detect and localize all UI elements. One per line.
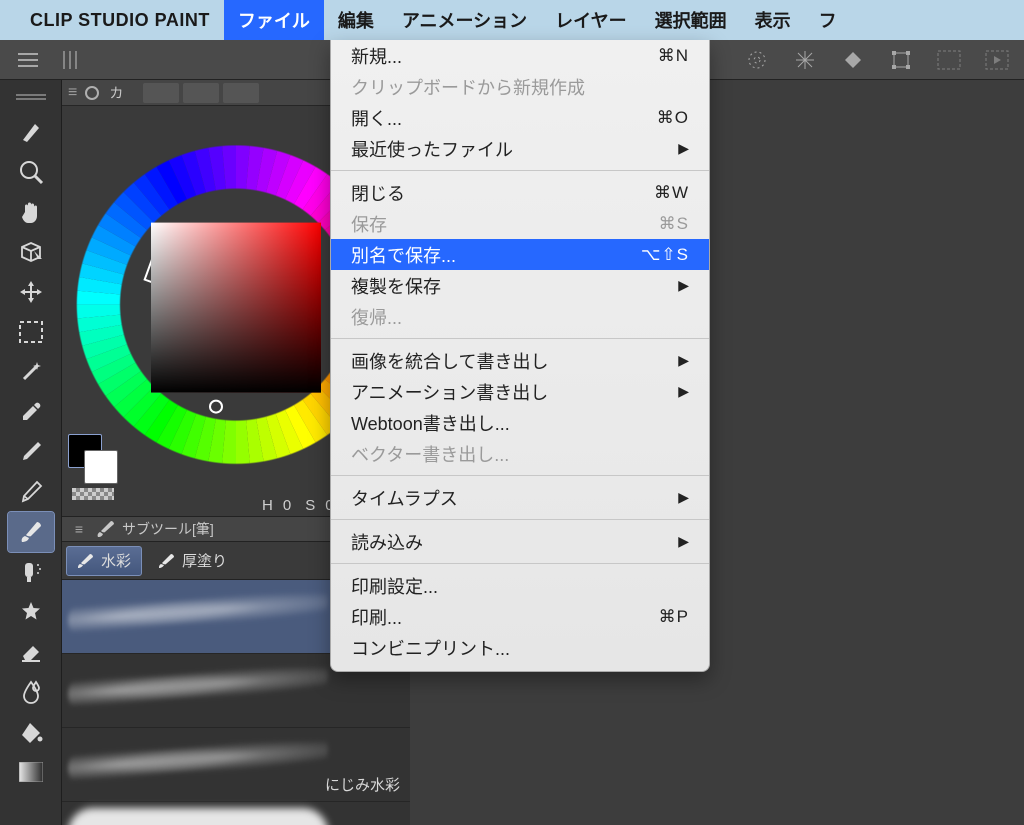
file-menu-item-8[interactable]: 複製を保存▶	[331, 270, 709, 301]
file-menu-item-3[interactable]: 最近使ったファイル▶	[331, 133, 709, 164]
file-menu-item-14: ベクター書き出し...	[331, 438, 709, 469]
file-menu-item-16[interactable]: タイムラプス▶	[331, 482, 709, 513]
menu-3[interactable]: レイヤー	[541, 0, 640, 40]
layer-move-tool-icon[interactable]	[8, 272, 54, 312]
file-menu-item-20[interactable]: 印刷設定...	[331, 570, 709, 601]
tool-palette	[0, 80, 62, 825]
background-color-swatch[interactable]	[84, 450, 118, 484]
fill-tool-icon[interactable]	[8, 712, 54, 752]
menu-1[interactable]: 編集	[324, 0, 388, 40]
file-menu-item-13[interactable]: Webtoon書き出し...	[331, 407, 709, 438]
subtool-tab-1[interactable]: 厚塗り	[148, 546, 237, 576]
file-menu-item-11[interactable]: 画像を統合して書き出し▶	[331, 345, 709, 376]
color-wheel-tab-icon[interactable]	[85, 86, 99, 100]
file-menu-item-1: クリップボードから新規作成	[331, 71, 709, 102]
palette-handle-icon[interactable]	[8, 82, 54, 112]
file-menu-item-18[interactable]: 読み込み▶	[331, 526, 709, 557]
sat-label: S	[305, 497, 319, 514]
hue-value: 0	[283, 497, 295, 514]
airbrush-tool-icon[interactable]	[8, 552, 54, 592]
menu-0[interactable]: ファイル	[224, 0, 324, 40]
color-swatches	[68, 434, 138, 504]
eyedropper-tool-icon[interactable]	[8, 392, 54, 432]
hand-tool-icon[interactable]	[8, 192, 54, 232]
eraser-tool-icon[interactable]	[8, 632, 54, 672]
file-menu-item-6: 保存⌘S	[331, 208, 709, 239]
toolbar-direction-icon[interactable]	[784, 46, 826, 74]
menu-6[interactable]: フ	[805, 0, 851, 40]
brush-preset-3[interactable]: ウェット水彩	[62, 802, 410, 825]
file-menu-item-12[interactable]: アニメーション書き出し▶	[331, 376, 709, 407]
sv-square[interactable]	[151, 223, 321, 393]
panel-tab-1[interactable]	[143, 83, 179, 103]
file-menu-item-9: 復帰...	[331, 301, 709, 332]
menu-2[interactable]: アニメーション	[388, 0, 541, 40]
panel-tab-2[interactable]	[183, 83, 219, 103]
mac-menubar: CLIP STUDIO PAINT ファイル編集アニメーションレイヤー選択範囲表…	[0, 0, 1024, 40]
brush-preset-2[interactable]: にじみ水彩	[62, 728, 410, 802]
toolbar-grip-icon[interactable]	[52, 46, 88, 74]
file-menu-item-7[interactable]: 別名で保存...⌥⇧S	[331, 239, 709, 270]
file-menu-item-0[interactable]: 新規...⌘N	[331, 40, 709, 71]
subtool-menu-icon[interactable]: ≡	[68, 521, 90, 537]
transparent-color-swatch[interactable]	[72, 488, 114, 500]
toolbar-hamburger-icon[interactable]	[10, 46, 46, 74]
toolbar-dashed-play-icon[interactable]	[976, 46, 1018, 74]
hue-label: H	[262, 497, 277, 514]
brush-quick-icon[interactable]	[8, 112, 54, 152]
app-name: CLIP STUDIO PAINT	[30, 10, 210, 31]
magic-wand-tool-icon[interactable]	[8, 352, 54, 392]
toolbar-dashed-rect-icon[interactable]	[928, 46, 970, 74]
panel-tab-3[interactable]	[223, 83, 259, 103]
menu-4[interactable]: 選択範囲	[641, 0, 741, 40]
file-menu-dropdown: 新規...⌘Nクリップボードから新規作成開く...⌘O最近使ったファイル▶ 閉じる…	[330, 40, 710, 672]
subtool-brush-icon	[96, 519, 116, 539]
brush-tool-icon[interactable]	[8, 512, 54, 552]
toolbar-sparkle-icon[interactable]	[736, 46, 778, 74]
toolbar-diamond-icon[interactable]	[832, 46, 874, 74]
zoom-tool-icon[interactable]	[8, 152, 54, 192]
gradient-tool-icon[interactable]	[8, 752, 54, 792]
pen-tool-icon[interactable]	[8, 432, 54, 472]
file-menu-item-22[interactable]: コンビニプリント...	[331, 632, 709, 663]
file-menu-item-21[interactable]: 印刷...⌘P	[331, 601, 709, 632]
blend-tool-icon[interactable]	[8, 672, 54, 712]
subtool-title: サブツール[筆]	[122, 519, 214, 539]
color-tab-label[interactable]: カ	[109, 83, 123, 103]
decoration-tool-icon[interactable]	[8, 592, 54, 632]
marquee-tool-icon[interactable]	[8, 312, 54, 352]
file-menu-item-5[interactable]: 閉じる⌘W	[331, 177, 709, 208]
subtool-tab-0[interactable]: 水彩	[66, 546, 142, 576]
pencil-tool-icon[interactable]	[8, 472, 54, 512]
toolbar-transform-icon[interactable]	[880, 46, 922, 74]
menu-5[interactable]: 表示	[741, 0, 805, 40]
object-tool-icon[interactable]	[8, 232, 54, 272]
file-menu-item-2[interactable]: 開く...⌘O	[331, 102, 709, 133]
hsv-readout: H0 S0	[262, 497, 338, 514]
